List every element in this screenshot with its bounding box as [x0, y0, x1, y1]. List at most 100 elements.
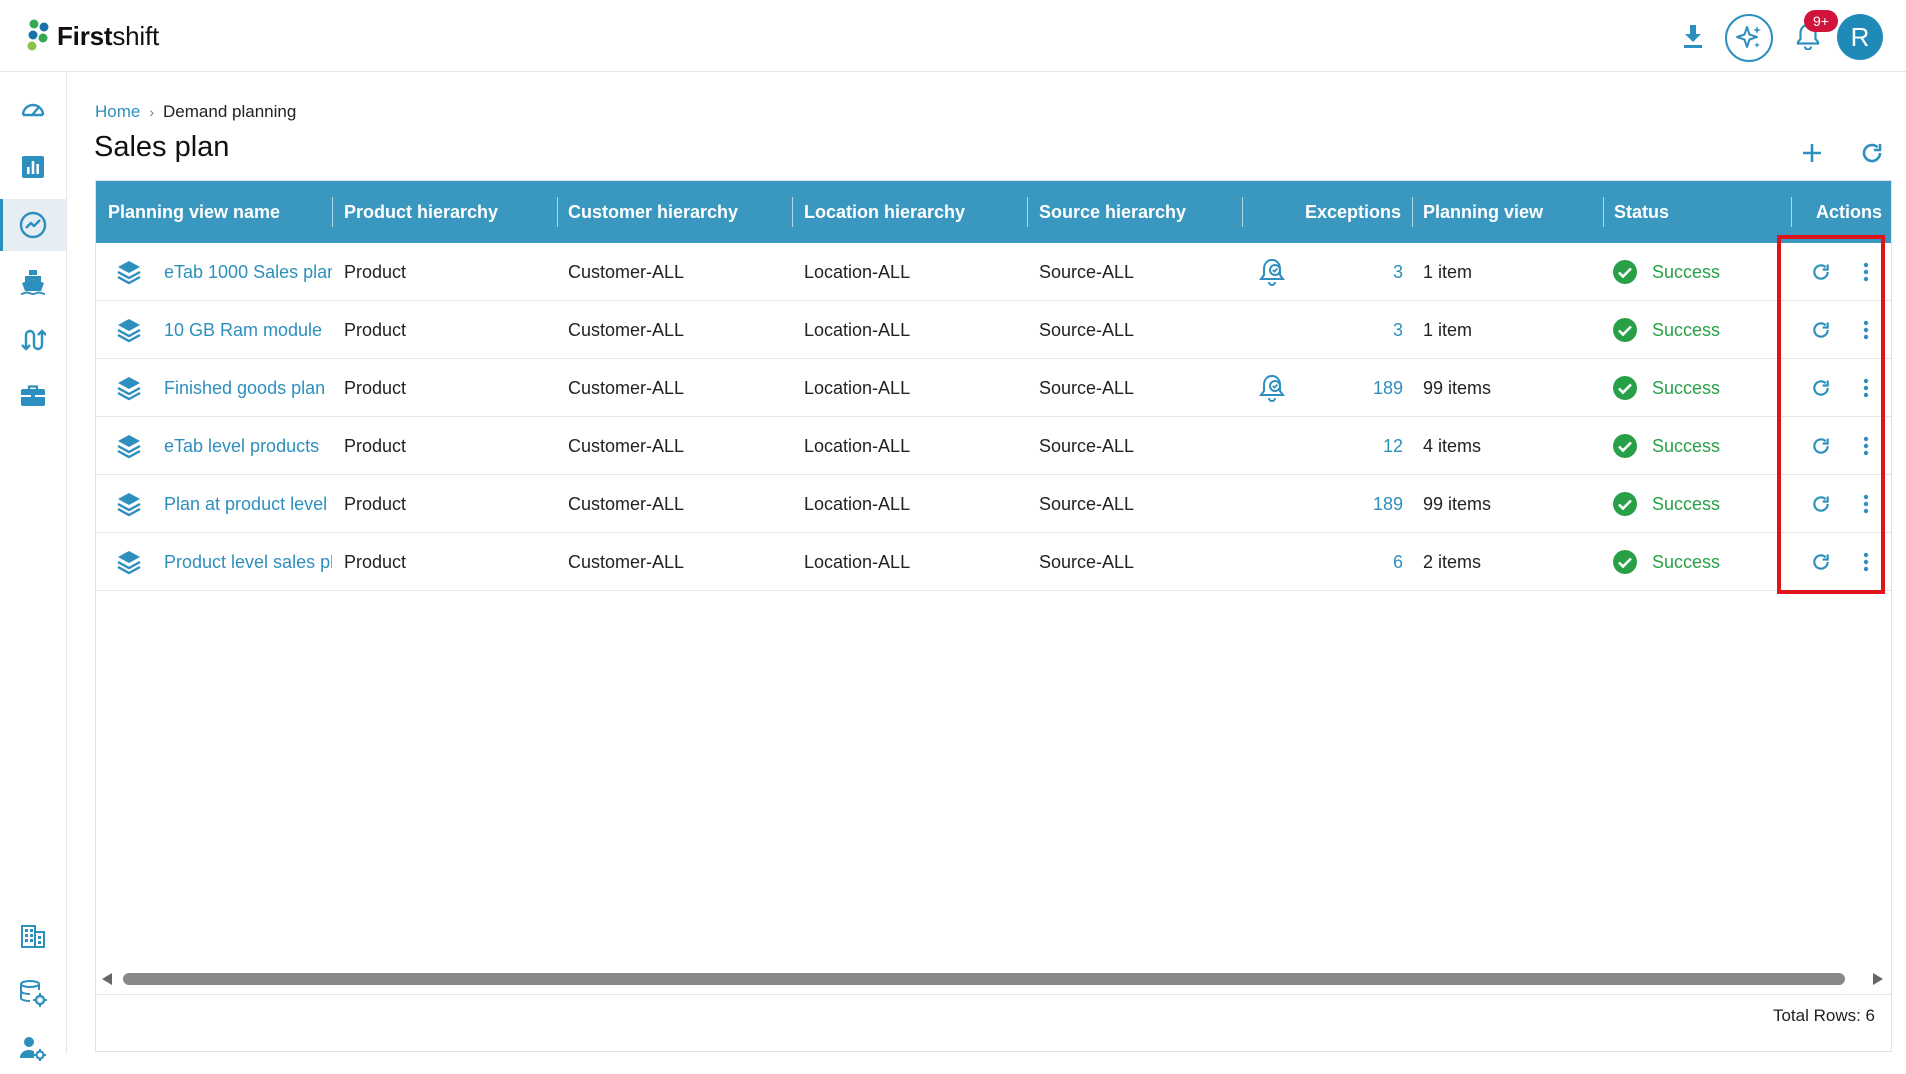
row-more-menu-button[interactable] — [1854, 318, 1878, 342]
location-hierarchy-cell: Location-ALL — [804, 320, 911, 340]
planning-view-name-link[interactable]: Finished goods plan — [164, 359, 332, 417]
column-resizer[interactable] — [1412, 197, 1413, 227]
sidebar-item-data-settings[interactable] — [0, 967, 66, 1019]
planning-views-table: Planning view name Product hierarchy Cus… — [95, 180, 1892, 1052]
column-header-planning-view[interactable]: Planning view — [1423, 181, 1543, 243]
row-more-menu-button[interactable] — [1854, 260, 1878, 284]
download-icon[interactable] — [1678, 18, 1708, 54]
scroll-right-arrow-icon[interactable] — [1873, 973, 1883, 985]
user-settings-icon — [20, 1037, 46, 1061]
scrollbar-thumb[interactable] — [123, 973, 1845, 985]
refresh-icon — [1813, 380, 1829, 396]
sidebar-item-supply[interactable] — [0, 256, 66, 308]
table-row[interactable]: 10 GB Ram module Product Customer-ALL Lo… — [96, 301, 1891, 359]
scroll-left-arrow-icon[interactable] — [102, 973, 112, 985]
planning-view-count-cell: 99 items — [1423, 378, 1492, 398]
more-vertical-icon — [1863, 378, 1869, 398]
more-vertical-icon — [1863, 320, 1869, 340]
source-hierarchy-cell: Source-ALL — [1039, 320, 1135, 340]
exceptions-count-link[interactable]: 3 — [1326, 301, 1403, 359]
planning-view-name-link[interactable]: eTab level products — [164, 417, 332, 475]
row-refresh-button[interactable] — [1809, 318, 1833, 342]
status-text: Success — [1652, 494, 1721, 514]
column-header-status[interactable]: Status — [1614, 181, 1669, 243]
breadcrumb-home-link[interactable]: Home — [95, 102, 140, 122]
refresh-icon — [1862, 143, 1882, 163]
location-hierarchy-cell: Location-ALL — [804, 378, 911, 398]
product-hierarchy-cell: Product — [344, 320, 407, 340]
layers-icon — [116, 375, 142, 401]
ship-icon — [20, 270, 46, 296]
column-resizer[interactable] — [792, 197, 793, 227]
bell-alert-icon[interactable] — [1256, 256, 1288, 288]
bell-alert-icon[interactable] — [1256, 372, 1288, 404]
exceptions-count-link[interactable]: 189 — [1326, 359, 1403, 417]
customer-hierarchy-cell: Customer-ALL — [568, 378, 685, 398]
product-hierarchy-cell: Product — [344, 494, 407, 514]
table-row[interactable]: Finished goods plan Product Customer-ALL… — [96, 359, 1891, 417]
column-resizer[interactable] — [1027, 197, 1028, 227]
table-row[interactable]: eTab level products Product Customer-ALL… — [96, 417, 1891, 475]
route-icon — [21, 329, 46, 351]
row-more-menu-button[interactable] — [1854, 492, 1878, 516]
planning-view-name-link[interactable]: Product level sales plan — [164, 533, 332, 591]
status-text: Success — [1652, 436, 1721, 456]
source-hierarchy-cell: Source-ALL — [1039, 436, 1135, 456]
refresh-icon — [1813, 438, 1829, 454]
refresh-page-button[interactable] — [1855, 136, 1889, 170]
column-resizer[interactable] — [1791, 197, 1792, 227]
row-refresh-button[interactable] — [1809, 550, 1833, 574]
product-hierarchy-cell: Product — [344, 552, 407, 572]
table-row[interactable]: Plan at product level Product Customer-A… — [96, 475, 1891, 533]
exceptions-count-link[interactable]: 6 — [1326, 533, 1403, 591]
table-row[interactable]: eTab 1000 Sales plan Product Customer-AL… — [96, 243, 1891, 301]
exceptions-count-link[interactable]: 12 — [1326, 417, 1403, 475]
column-header-customer[interactable]: Customer hierarchy — [568, 181, 738, 243]
logo-mark-icon — [27, 19, 49, 51]
planning-view-count-cell: 99 items — [1423, 494, 1492, 514]
row-refresh-button[interactable] — [1809, 260, 1833, 284]
source-hierarchy-cell: Source-ALL — [1039, 378, 1135, 398]
row-refresh-button[interactable] — [1809, 492, 1833, 516]
horizontal-scrollbar[interactable] — [96, 966, 1891, 992]
column-header-product[interactable]: Product hierarchy — [344, 181, 498, 243]
row-more-menu-button[interactable] — [1854, 376, 1878, 400]
ai-assistant-icon[interactable] — [1725, 14, 1773, 62]
row-refresh-button[interactable] — [1809, 434, 1833, 458]
column-resizer[interactable] — [1242, 197, 1243, 227]
sidebar-item-demand-planning[interactable] — [0, 199, 66, 251]
row-more-menu-button[interactable] — [1854, 434, 1878, 458]
sidebar-item-user-settings[interactable] — [0, 1022, 66, 1074]
planning-view-name-link[interactable]: eTab 1000 Sales plan — [164, 243, 332, 301]
add-planning-view-button[interactable] — [1795, 136, 1829, 170]
column-resizer[interactable] — [1603, 197, 1604, 227]
sidebar-item-portfolio[interactable] — [0, 370, 66, 422]
sidebar-item-routes[interactable] — [0, 314, 66, 366]
check-circle-icon — [1612, 433, 1638, 459]
sidebar-item-dashboard[interactable] — [0, 84, 66, 136]
row-refresh-button[interactable] — [1809, 376, 1833, 400]
sidebar-item-analytics[interactable] — [0, 141, 66, 193]
planning-view-name-link[interactable]: Plan at product level — [164, 475, 332, 533]
column-header-name[interactable]: Planning view name — [108, 181, 280, 243]
column-resizer[interactable] — [332, 197, 333, 227]
app-logo[interactable]: Firstshift — [25, 16, 159, 56]
database-settings-icon — [20, 980, 47, 1007]
sidebar-item-organization[interactable] — [0, 910, 66, 962]
planning-view-name-link[interactable]: 10 GB Ram module — [164, 301, 332, 359]
column-header-exceptions[interactable]: Exceptions — [1305, 181, 1401, 243]
product-hierarchy-cell: Product — [344, 378, 407, 398]
column-resizer[interactable] — [557, 197, 558, 227]
user-avatar[interactable]: R — [1837, 14, 1883, 60]
briefcase-icon — [21, 385, 45, 406]
total-rows-count: Total Rows: 6 — [1772, 1006, 1875, 1025]
table-row[interactable]: Product level sales plan Product Custome… — [96, 533, 1891, 591]
exceptions-count-link[interactable]: 3 — [1326, 243, 1403, 301]
dashboard-icon — [21, 103, 45, 117]
customer-hierarchy-cell: Customer-ALL — [568, 436, 685, 456]
column-header-source[interactable]: Source hierarchy — [1039, 181, 1186, 243]
column-header-location[interactable]: Location hierarchy — [804, 181, 965, 243]
exceptions-count-link[interactable]: 189 — [1326, 475, 1403, 533]
check-circle-icon — [1612, 317, 1638, 343]
row-more-menu-button[interactable] — [1854, 550, 1878, 574]
